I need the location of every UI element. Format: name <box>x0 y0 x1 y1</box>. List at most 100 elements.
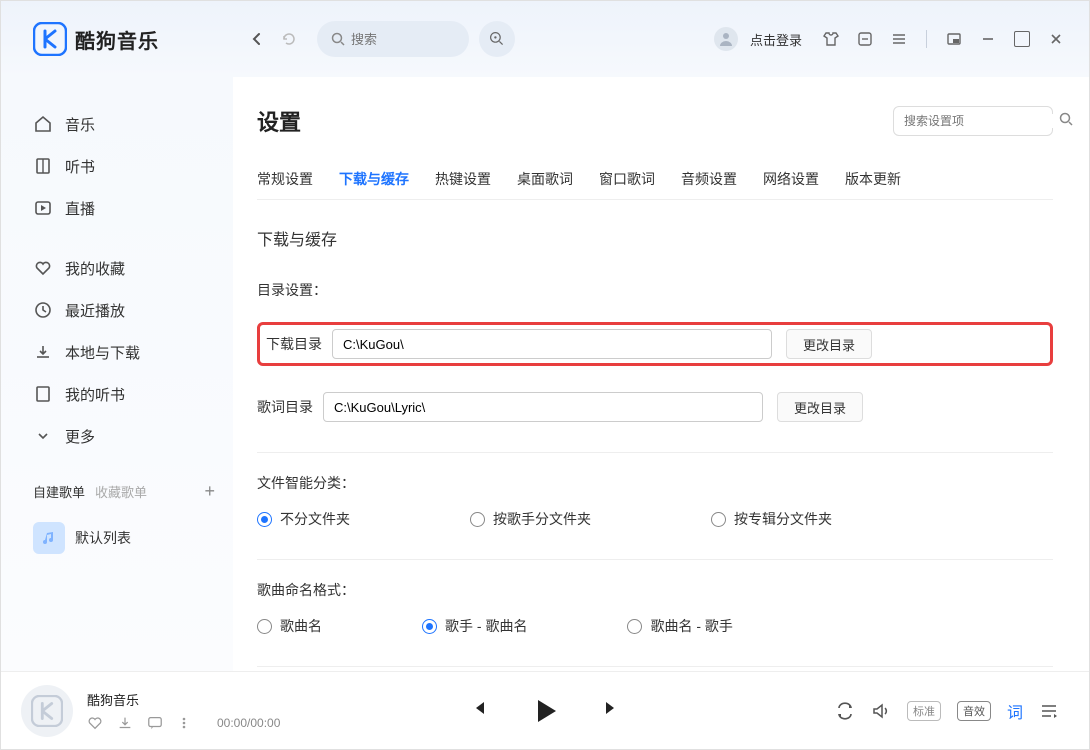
volume-button[interactable] <box>871 701 891 721</box>
nav-recent[interactable]: 最近播放 <box>33 289 215 331</box>
search-icon <box>1059 112 1073 131</box>
logo-icon <box>31 695 63 727</box>
settings-search[interactable] <box>893 106 1053 136</box>
change-download-dir-button[interactable]: 更改目录 <box>786 329 872 359</box>
tab-window-lyrics[interactable]: 窗口歌词 <box>599 169 655 199</box>
avatar[interactable] <box>714 27 738 51</box>
section-title: 下载与缓存 <box>257 226 1053 250</box>
hamburger-button[interactable] <box>888 28 910 50</box>
brand-name: 酷狗音乐 <box>75 25 159 54</box>
voice-search-button[interactable] <box>479 21 515 57</box>
dir-section-label: 目录设置： <box>257 280 1053 300</box>
sound-effect-button[interactable]: 音效 <box>957 701 991 721</box>
page-title: 设置 <box>257 105 301 137</box>
tab-download-cache[interactable]: 下载与缓存 <box>339 169 409 199</box>
radio-name-song-artist[interactable]: 歌曲名 - 歌手 <box>627 616 732 636</box>
settings-search-input[interactable] <box>904 114 1059 128</box>
change-lyric-dir-button[interactable]: 更改目录 <box>777 392 863 422</box>
comment-button[interactable] <box>147 715 163 731</box>
nav-live[interactable]: 直播 <box>33 187 215 229</box>
bookmark-icon <box>33 384 53 404</box>
tab-hotkeys[interactable]: 热键设置 <box>435 169 491 199</box>
download-icon <box>33 342 53 362</box>
radio-dot-icon <box>257 619 272 634</box>
tab-collected-playlists[interactable]: 收藏歌单 <box>95 482 147 501</box>
nav-favorites[interactable]: 我的收藏 <box>33 247 215 289</box>
radio-by-artist[interactable]: 按歌手分文件夹 <box>470 509 591 529</box>
radio-dot-icon <box>470 512 485 527</box>
titlebar: 酷狗音乐 点击登录 <box>1 1 1089 77</box>
heart-icon <box>33 258 53 278</box>
tab-desktop-lyrics[interactable]: 桌面歌词 <box>517 169 573 199</box>
play-button[interactable] <box>530 696 560 726</box>
music-note-icon <box>33 522 65 554</box>
nav-label: 音乐 <box>65 114 95 135</box>
shirt-icon <box>822 30 840 48</box>
queue-button[interactable] <box>1039 701 1059 721</box>
global-search-input[interactable] <box>351 32 441 47</box>
logo-icon <box>33 22 67 56</box>
download-track-button[interactable] <box>117 715 133 731</box>
back-button[interactable] <box>243 25 271 53</box>
login-link[interactable]: 点击登录 <box>750 30 802 49</box>
playlist-tabs: 自建歌单 收藏歌单 + <box>33 481 215 502</box>
refresh-icon <box>281 31 297 47</box>
radio-by-album[interactable]: 按专辑分文件夹 <box>711 509 832 529</box>
chevron-down-icon <box>33 426 53 446</box>
minimize-button[interactable] <box>977 28 999 50</box>
radio-name-song[interactable]: 歌曲名 <box>257 616 322 636</box>
tab-network[interactable]: 网络设置 <box>763 169 819 199</box>
album-cover[interactable] <box>21 685 73 737</box>
skin-button[interactable] <box>820 28 842 50</box>
lyric-toggle[interactable]: 词 <box>1007 699 1023 723</box>
nav-my-audiobook[interactable]: 我的听书 <box>33 373 215 415</box>
nav-label: 更多 <box>65 426 95 447</box>
divider <box>926 30 927 48</box>
tab-my-playlists[interactable]: 自建歌单 <box>33 482 85 501</box>
sort-radio-group: 不分文件夹 按歌手分文件夹 按专辑分文件夹 <box>257 509 1053 529</box>
maximize-button[interactable] <box>1011 28 1033 50</box>
comment-icon <box>147 715 163 731</box>
download-dir-label: 下载目录 <box>266 334 332 354</box>
naming-radio-group: 歌曲名 歌手 - 歌曲名 歌曲名 - 歌手 <box>257 616 1053 636</box>
nav-local-download[interactable]: 本地与下载 <box>33 331 215 373</box>
like-button[interactable] <box>87 715 103 731</box>
quality-badge[interactable]: 标准 <box>907 701 941 721</box>
nav-more[interactable]: 更多 <box>33 415 215 457</box>
tab-update[interactable]: 版本更新 <box>845 169 901 199</box>
next-button[interactable] <box>602 698 622 723</box>
playlist-label: 默认列表 <box>75 528 131 548</box>
more-button[interactable] <box>177 716 191 730</box>
nav-label: 直播 <box>65 198 95 219</box>
radio-name-artist-song[interactable]: 歌手 - 歌曲名 <box>422 616 527 636</box>
mini-mode-icon <box>857 31 873 47</box>
add-playlist-button[interactable]: + <box>204 481 215 502</box>
mini-button[interactable] <box>854 28 876 50</box>
lyric-dir-input[interactable] <box>323 392 763 422</box>
radio-no-split[interactable]: 不分文件夹 <box>257 509 350 529</box>
naming-label: 歌曲命名格式： <box>257 580 1053 600</box>
skip-next-icon <box>602 698 622 718</box>
lyric-dir-row: 歌词目录 更改目录 <box>257 392 1053 422</box>
download-dir-input[interactable] <box>332 329 772 359</box>
refresh-button[interactable] <box>275 25 303 53</box>
pip-button[interactable] <box>943 28 965 50</box>
close-button[interactable] <box>1045 28 1067 50</box>
global-search[interactable] <box>317 21 469 57</box>
nav-label: 我的收藏 <box>65 258 125 279</box>
nav-label: 听书 <box>65 156 95 177</box>
nav-audiobook[interactable]: 听书 <box>33 145 215 187</box>
book-icon <box>33 156 53 176</box>
prev-button[interactable] <box>468 698 488 723</box>
sidebar: 音乐 听书 直播 我的收藏 最近播放 本地与下载 我的听书 更多 自建歌单 收藏… <box>1 77 233 671</box>
volume-icon <box>871 701 891 721</box>
tab-audio[interactable]: 音频设置 <box>681 169 737 199</box>
nav-music[interactable]: 音乐 <box>33 103 215 145</box>
playlist-default[interactable]: 默认列表 <box>33 522 215 554</box>
loop-button[interactable] <box>835 701 855 721</box>
minimize-icon <box>981 32 995 46</box>
tab-general[interactable]: 常规设置 <box>257 169 313 199</box>
brand: 酷狗音乐 <box>33 22 233 56</box>
home-icon <box>33 114 53 134</box>
clock-icon <box>33 300 53 320</box>
